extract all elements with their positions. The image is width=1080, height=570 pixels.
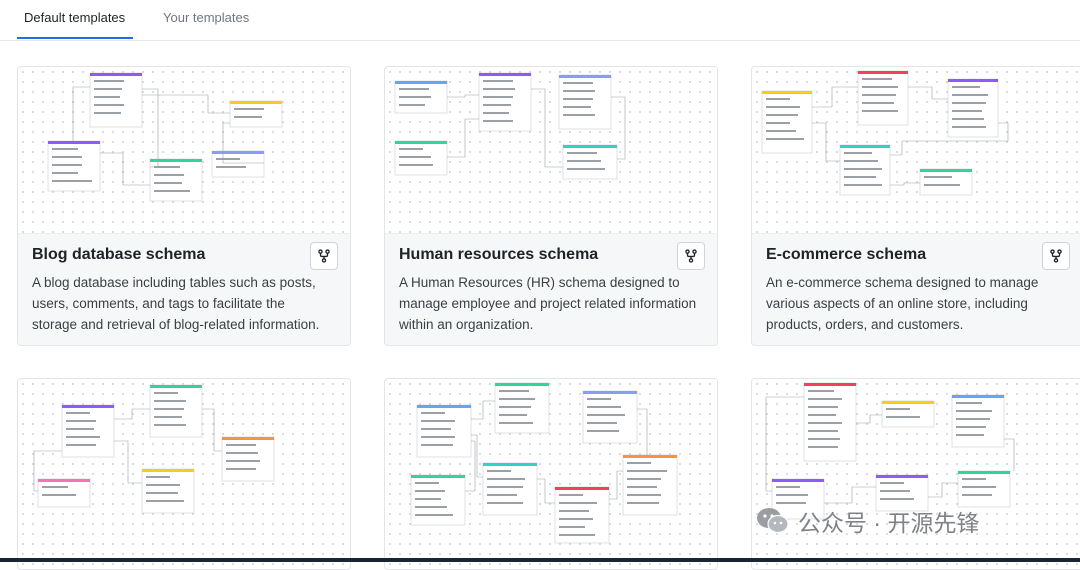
watermark-text: 公众号 · 开源先锋 (798, 510, 980, 536)
template-card-hr[interactable]: Human resources schema A Human Resources… (384, 66, 718, 346)
template-card-library[interactable] (17, 378, 351, 570)
fork-button[interactable] (1042, 242, 1070, 270)
card-body-ecommerce: E-commerce schema An e-commerce schema d… (752, 234, 1080, 345)
wechat-icon (756, 506, 790, 536)
watermark: 公众号 · 开源先锋 (756, 504, 979, 538)
schema-preview-hr (385, 67, 717, 234)
template-card-school[interactable] (751, 378, 1080, 570)
card-description: An e-commerce schema designed to manage … (766, 275, 1039, 332)
fork-icon (1050, 249, 1062, 263)
tab-your-templates[interactable]: Your templates (163, 0, 249, 39)
schema-diagram-library (33, 384, 275, 514)
template-tabs: Default templates Your templates (0, 0, 1080, 41)
schema-diagram-banking (410, 382, 678, 544)
fork-button[interactable] (677, 242, 705, 270)
bottom-bar (0, 558, 1080, 562)
card-body-hr: Human resources schema A Human Resources… (385, 234, 717, 345)
schema-preview-school (752, 379, 1080, 569)
schema-diagram-hr (394, 72, 626, 180)
tab-default-templates[interactable]: Default templates (17, 0, 133, 39)
template-card-banking[interactable] (384, 378, 718, 570)
card-title: Blog database schema (32, 246, 206, 263)
card-title: Human resources schema (399, 246, 599, 263)
schema-diagram-school (765, 382, 1015, 520)
card-description: A blog database including tables such as… (32, 275, 320, 332)
fork-button[interactable] (310, 242, 338, 270)
fork-icon (685, 249, 697, 263)
card-title: E-commerce schema (766, 246, 927, 263)
template-card-ecommerce[interactable]: E-commerce schema An e-commerce schema d… (751, 66, 1080, 346)
schema-diagram-ecommerce (761, 70, 1009, 196)
card-description: A Human Resources (HR) schema designed t… (399, 275, 697, 332)
fork-icon (318, 249, 330, 263)
card-body-blog: Blog database schema A blog database inc… (18, 234, 350, 345)
template-card-blog[interactable]: Blog database schema A blog database inc… (17, 66, 351, 346)
schema-diagram-blog (47, 72, 283, 202)
schema-preview-ecommerce (752, 67, 1080, 234)
schema-preview-library (18, 379, 350, 569)
schema-preview-blog (18, 67, 350, 234)
schema-preview-banking (385, 379, 717, 569)
